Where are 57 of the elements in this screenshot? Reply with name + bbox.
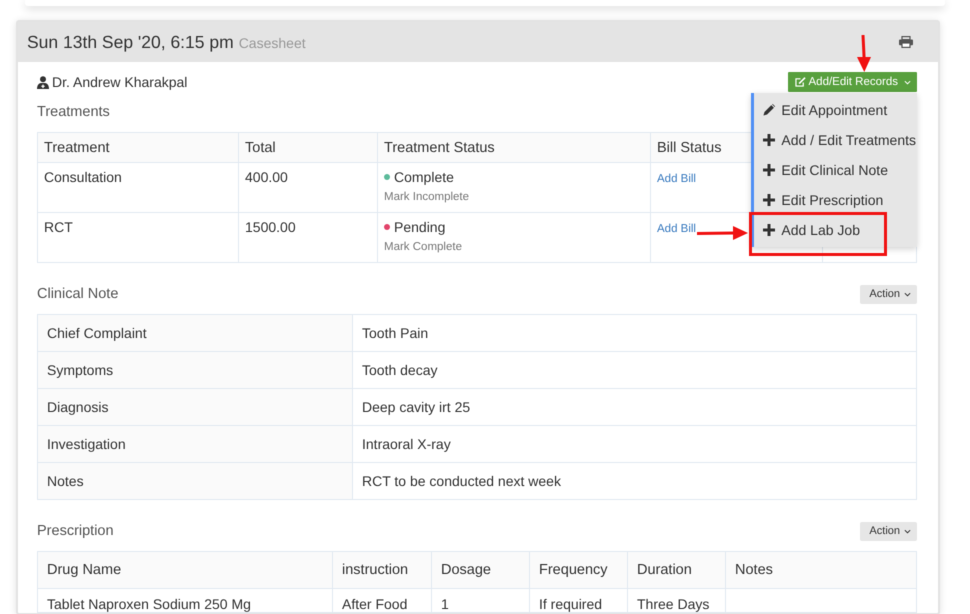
section-title: Clinical Note <box>37 285 118 304</box>
column-header: Duration <box>628 552 726 588</box>
column-header: instruction <box>332 552 432 588</box>
column-header: Frequency <box>530 552 628 588</box>
callout-arrow <box>697 226 748 240</box>
table-cell: RCT <box>38 212 238 262</box>
pencil-icon <box>763 104 776 116</box>
table-cell: If required <box>530 588 628 612</box>
table-cell: Diagnosis <box>38 388 352 426</box>
status-text: Complete <box>394 169 454 185</box>
status-text: Pending <box>394 219 446 235</box>
table-cell: 400.00 <box>238 162 378 212</box>
caret-icon <box>904 80 911 84</box>
column-header: Treatment <box>38 132 238 162</box>
caret-icon <box>904 292 911 296</box>
mark-status-link[interactable]: Mark Complete <box>384 240 462 254</box>
table-cell: Intraoral X-ray <box>352 426 916 462</box>
doctor-icon <box>37 76 49 88</box>
table-cell: Tooth decay <box>352 352 916 388</box>
menu-item[interactable]: Edit Appointment <box>754 95 917 125</box>
column-header: Dosage <box>432 552 530 588</box>
add-bill-link[interactable]: Add Bill <box>657 223 696 235</box>
table-cell: Investigation <box>38 426 352 462</box>
table-cell: RCT to be conducted next week <box>352 462 916 500</box>
table-cell: 1 <box>432 588 530 612</box>
plus-icon <box>763 224 776 236</box>
edit-icon <box>794 77 806 87</box>
plus-icon <box>763 164 776 176</box>
plus-icon <box>763 134 776 146</box>
table-cell: Three Days <box>628 588 726 612</box>
section-title: Treatments <box>37 103 110 122</box>
table-cell: Tablet Naproxen Sodium 250 Mg <box>38 588 332 612</box>
plus-icon <box>763 194 776 206</box>
print-icon[interactable] <box>899 36 913 48</box>
column-header: Drug Name <box>38 552 332 588</box>
table-cell: Symptoms <box>38 352 352 388</box>
casesheet-label: Casesheet <box>238 34 306 50</box>
column-header: Notes <box>726 552 916 588</box>
caret-icon <box>904 528 911 534</box>
mark-status-link[interactable]: Mark Incomplete <box>384 190 470 204</box>
column-header: Treatment Status <box>378 132 650 162</box>
table-cell: Deep cavity irt 25 <box>352 388 916 426</box>
action-button[interactable]: Action <box>860 284 917 304</box>
menu-item[interactable]: Add Lab Job <box>754 215 917 245</box>
column-header: Total <box>238 132 378 162</box>
table-cell: Notes <box>38 462 352 500</box>
add-bill-link[interactable]: Add Bill <box>657 173 696 185</box>
menu-item[interactable]: Edit Prescription <box>754 185 917 215</box>
table-cell: Consultation <box>38 162 238 212</box>
visit-date: Sun 13th Sep '20, 6:15 pm <box>27 32 234 52</box>
section-title: Prescription <box>37 522 114 541</box>
table-cell: Tooth Pain <box>352 314 916 352</box>
action-button[interactable]: Action <box>860 522 917 540</box>
table-cell: Chief Complaint <box>38 314 352 352</box>
table-cell: 1500.00 <box>238 212 378 262</box>
doctor-name: Dr. Andrew Kharakpal <box>52 74 188 90</box>
table-cell: After Food <box>332 588 432 612</box>
